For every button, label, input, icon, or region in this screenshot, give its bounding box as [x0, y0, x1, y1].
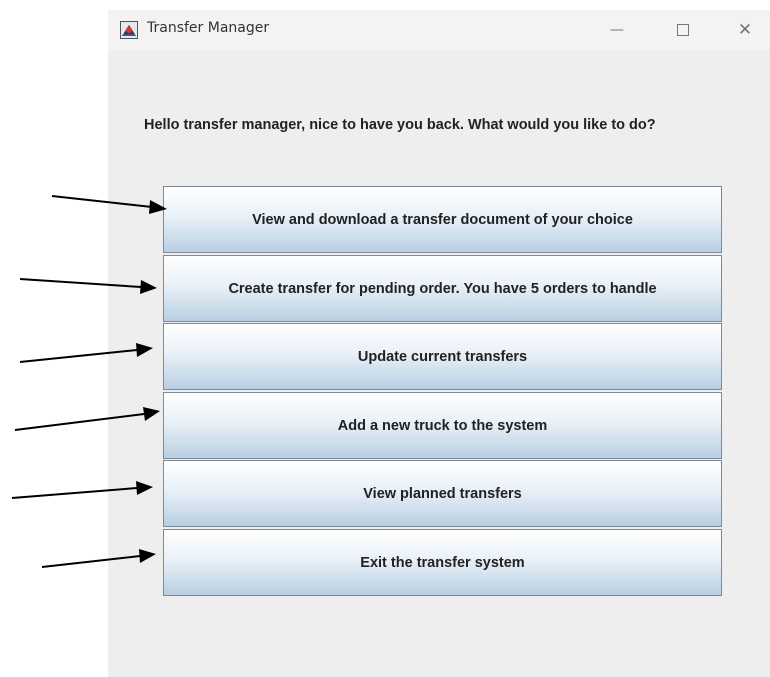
update-transfers-button[interactable]: Update current transfers	[163, 323, 722, 390]
close-icon: ✕	[737, 20, 753, 40]
greeting-label: Hello transfer manager, nice to have you…	[144, 117, 656, 133]
title-bar[interactable]: Transfer Manager — ✕	[108, 10, 770, 50]
transfer-manager-window: Transfer Manager — ✕ Hello transfer mana…	[108, 10, 770, 677]
java-app-icon	[120, 21, 138, 39]
view-download-document-button[interactable]: View and download a transfer document of…	[163, 186, 722, 253]
view-planned-transfers-button[interactable]: View planned transfers	[163, 460, 722, 527]
minimize-icon: —	[610, 22, 624, 38]
add-truck-button[interactable]: Add a new truck to the system	[163, 392, 722, 459]
minimize-button[interactable]: —	[594, 10, 640, 50]
maximize-icon	[677, 24, 689, 36]
exit-system-button[interactable]: Exit the transfer system	[163, 529, 722, 596]
create-transfer-button[interactable]: Create transfer for pending order. You h…	[163, 255, 722, 322]
window-title: Transfer Manager	[147, 20, 270, 36]
maximize-button[interactable]	[660, 10, 706, 50]
close-button[interactable]: ✕	[722, 10, 768, 50]
